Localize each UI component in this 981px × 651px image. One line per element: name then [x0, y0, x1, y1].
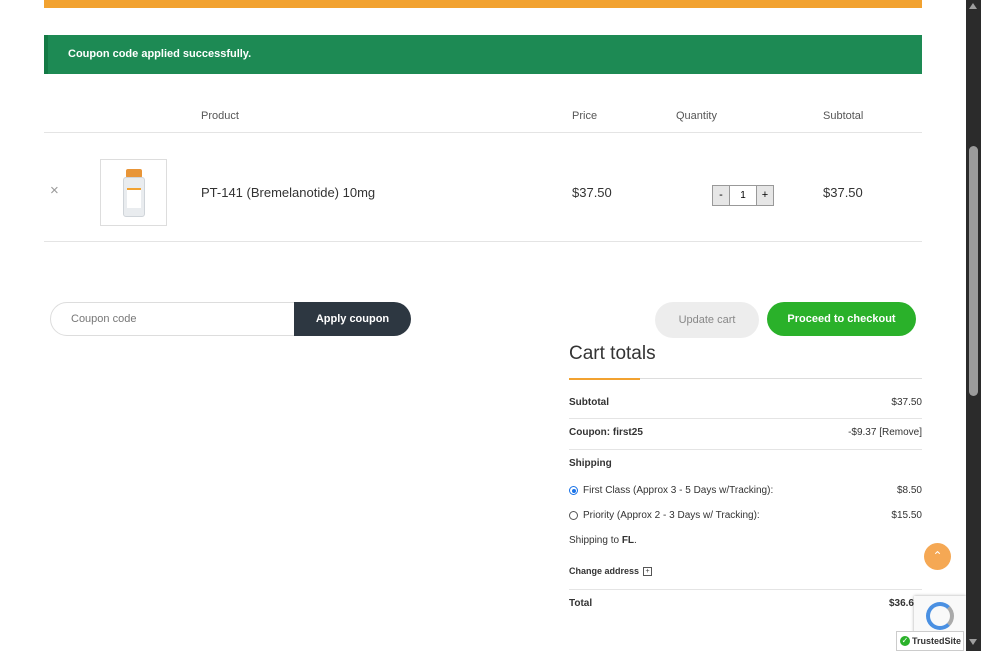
- coupon-label: Coupon: first25: [569, 427, 643, 438]
- trusted-site-badge[interactable]: ✓ TrustedSite: [896, 631, 964, 651]
- notice-message: Coupon code applied successfully.: [68, 48, 252, 60]
- apply-coupon-button[interactable]: Apply coupon: [294, 302, 411, 336]
- chevron-up-icon: ⌃: [932, 549, 943, 563]
- quantity-decrease-button[interactable]: -: [713, 186, 730, 205]
- check-icon: ✓: [900, 636, 910, 646]
- shipping-to-suffix: .: [634, 535, 637, 546]
- vial-body: [123, 177, 145, 217]
- product-price: $37.50: [572, 185, 612, 200]
- header-subtotal: Subtotal: [823, 110, 864, 122]
- shipping-option-price: $8.50: [896, 485, 922, 496]
- scroll-up-arrow-icon[interactable]: [969, 3, 977, 9]
- header-quantity: Quantity: [676, 110, 717, 122]
- recaptcha-icon: [926, 602, 954, 630]
- coupon-discount-remove-link[interactable]: -$9.37 [Remove]: [848, 427, 922, 438]
- shipping-radio-priority[interactable]: [569, 511, 578, 520]
- shipping-option-price: $15.50: [891, 510, 922, 521]
- totals-coupon-row: Coupon: first25 -$9.37 [Remove]: [569, 419, 922, 450]
- shipping-to-state: FL: [621, 535, 635, 546]
- header-product: Product: [201, 110, 239, 122]
- total-label: Total: [569, 598, 593, 609]
- total-value: $36.6: [888, 598, 914, 609]
- expand-plus-icon[interactable]: +: [643, 566, 653, 576]
- shipping-option-label[interactable]: First Class (Approx 3 - 5 Days w/Trackin…: [583, 485, 773, 496]
- success-notice: Coupon code applied successfully.: [44, 35, 922, 74]
- total-divider: [569, 589, 922, 590]
- shipping-option-label[interactable]: Priority (Approx 2 - 3 Days w/ Tracking)…: [583, 510, 760, 521]
- cart-item-row: × PT-141 (Bremelanotide) 10mg $37.50 - +…: [44, 133, 922, 242]
- shipping-label: Shipping: [569, 458, 612, 469]
- item-subtotal: $37.50: [823, 185, 863, 200]
- update-cart-button[interactable]: Update cart: [655, 302, 759, 338]
- page-scrollbar[interactable]: [966, 0, 981, 651]
- quantity-input[interactable]: [730, 186, 756, 205]
- top-accent-bar: [44, 0, 922, 8]
- proceed-to-checkout-button[interactable]: Proceed to checkout: [767, 302, 916, 336]
- scrollbar-thumb[interactable]: [969, 146, 978, 396]
- shipping-radio-first-class[interactable]: [569, 486, 578, 495]
- trusted-site-label: TrustedSite: [912, 636, 962, 646]
- product-name-link[interactable]: PT-141 (Bremelanotide) 10mg: [201, 185, 375, 200]
- quantity-increase-button[interactable]: +: [756, 186, 773, 205]
- header-price: Price: [572, 110, 598, 122]
- coupon-code-input[interactable]: [50, 302, 310, 336]
- shipping-option-priority[interactable]: Priority (Approx 2 - 3 Days w/ Tracking)…: [569, 510, 922, 523]
- scroll-to-top-button[interactable]: ⌃: [924, 543, 951, 570]
- cart-table-header: Product Price Quantity Subtotal: [44, 108, 922, 133]
- vial-label: [127, 188, 141, 208]
- totals-accent-underline: [569, 378, 640, 380]
- product-thumbnail[interactable]: [100, 159, 167, 226]
- scroll-down-arrow-icon[interactable]: [969, 639, 977, 645]
- remove-item-button[interactable]: ×: [50, 183, 59, 198]
- totals-shipping-heading: Shipping: [569, 458, 922, 472]
- shipping-to-prefix: Shipping to: [569, 535, 622, 546]
- change-address-toggle[interactable]: Change address +: [569, 566, 653, 576]
- totals-subtotal-row: Subtotal $37.50: [569, 388, 922, 419]
- cart-totals-title: Cart totals: [569, 343, 656, 364]
- shipping-destination: Shipping to FL.: [569, 535, 922, 549]
- totals-total-row: Total $36.6: [569, 598, 922, 612]
- subtotal-value: $37.50: [891, 397, 922, 408]
- change-address-label[interactable]: Change address: [569, 566, 639, 576]
- quantity-stepper: - +: [712, 185, 774, 206]
- shipping-option-first-class[interactable]: First Class (Approx 3 - 5 Days w/Trackin…: [569, 485, 922, 498]
- subtotal-label: Subtotal: [569, 397, 609, 408]
